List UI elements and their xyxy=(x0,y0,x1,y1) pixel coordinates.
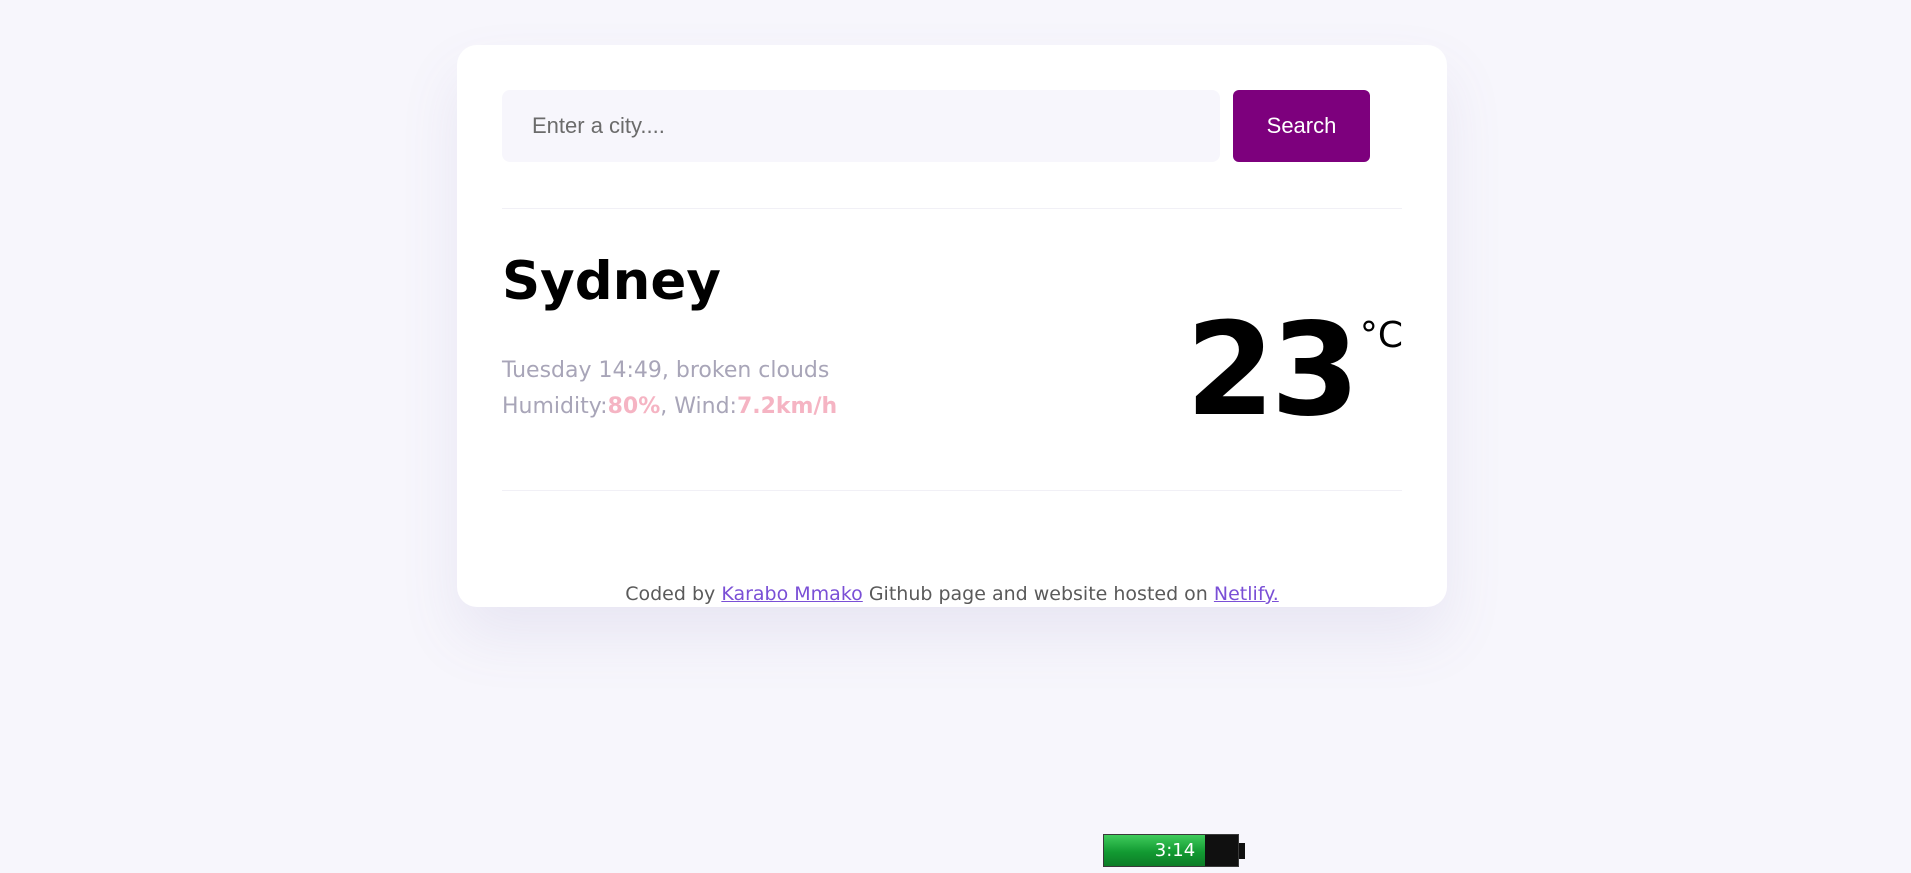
battery-indicator: 3:14 xyxy=(1103,834,1245,867)
search-form: Search xyxy=(502,90,1370,162)
wind-value: 7.2km/h xyxy=(736,394,838,419)
battery-tip xyxy=(1239,842,1245,859)
conditions-separator: , xyxy=(660,394,675,419)
conditions-line: Humidity:80%, Wind:7.2km/h xyxy=(502,389,837,425)
footer-prefix: Coded by xyxy=(625,583,722,605)
footer-middle: Github page and website hosted on xyxy=(862,583,1214,605)
temperature-value: 23 xyxy=(1185,296,1360,445)
temperature-block: 23 °C xyxy=(1186,295,1403,435)
humidity-label: Humidity: xyxy=(502,394,608,419)
battery-time: 3:14 xyxy=(1154,840,1196,861)
humidity-value: 80% xyxy=(607,394,661,419)
date-description: Tuesday 14:49, broken clouds xyxy=(502,358,830,383)
search-button[interactable]: Search xyxy=(1233,90,1370,162)
city-name: Sydney xyxy=(502,251,721,312)
author-link[interactable]: Karabo Mmako xyxy=(721,583,862,605)
city-search-input[interactable] xyxy=(502,90,1220,162)
footer: Coded by Karabo Mmako Github page and we… xyxy=(457,583,1447,605)
netlify-link[interactable]: Netlify. xyxy=(1214,583,1279,605)
weather-details: Tuesday 14:49, broken clouds Humidity:80… xyxy=(502,353,837,425)
temperature-unit: °C xyxy=(1359,315,1403,356)
top-divider xyxy=(502,208,1402,209)
bottom-divider xyxy=(502,490,1402,491)
weather-card: Search Sydney Tuesday 14:49, broken clou… xyxy=(457,45,1447,607)
wind-label: Wind: xyxy=(674,394,737,419)
battery-body: 3:14 xyxy=(1103,834,1240,867)
